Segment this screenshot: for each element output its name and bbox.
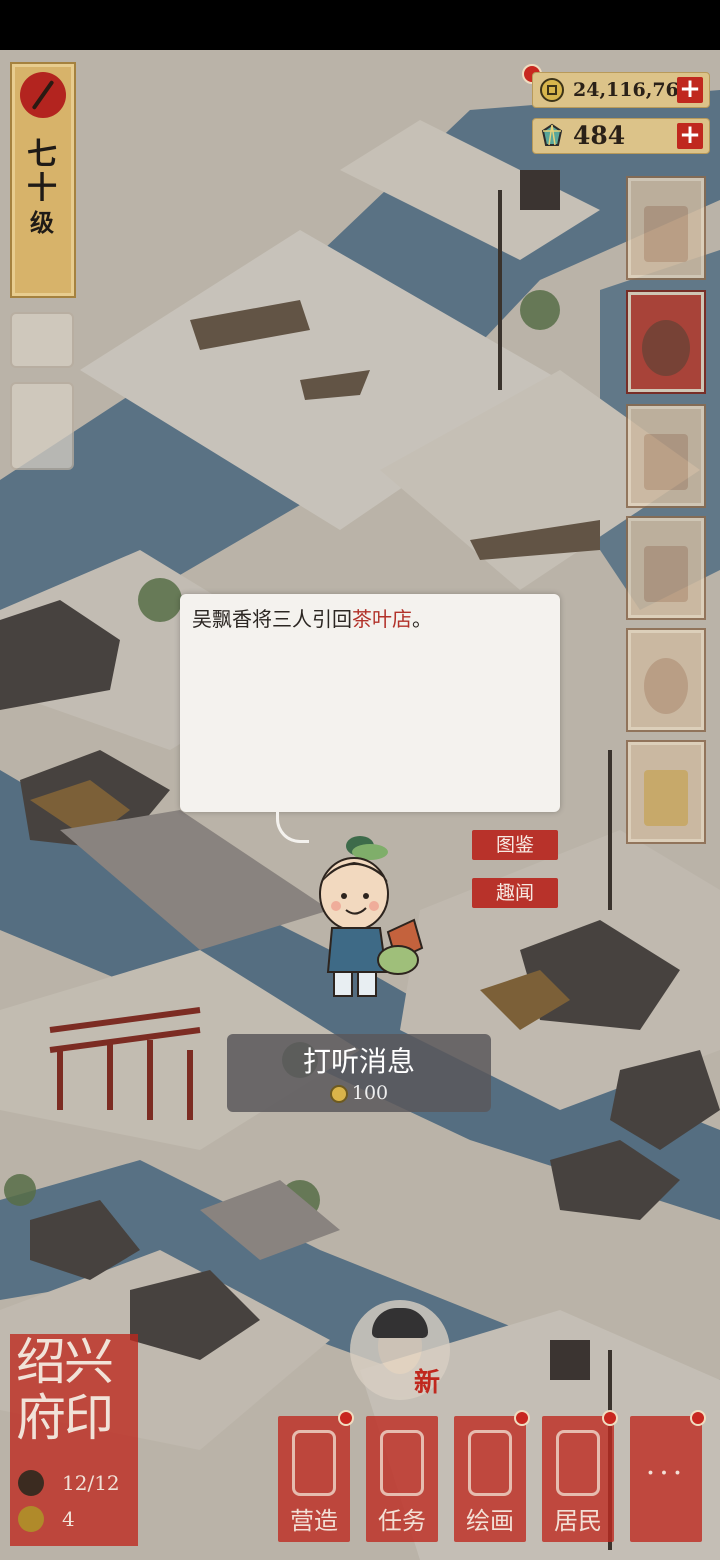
copper-coin-icon [540, 78, 564, 102]
level-char-1: 七 [27, 137, 59, 172]
gem-value: 484 [573, 121, 626, 150]
messenger-boy-character[interactable] [310, 836, 430, 1004]
build-icon [292, 1430, 336, 1496]
seal-stat-coins: 4 [18, 1506, 75, 1532]
nav-tasks[interactable]: 任务 [366, 1416, 438, 1542]
gem-counter: 484 + [532, 118, 710, 154]
nav-painting-dot [514, 1410, 530, 1426]
level-char-2: 十 [27, 171, 59, 206]
copper-coin-icon [329, 1085, 348, 1103]
task-book-icon [380, 1430, 424, 1496]
story-face-icon [644, 658, 688, 714]
speech-bubble: 吴飘香将三人引回茶叶店。 [180, 594, 560, 812]
coin-counter: 24,116,768 + [532, 72, 710, 108]
nav-painting[interactable]: 绘画 [454, 1410, 530, 1542]
inquire-news-label: 打听消息 [302, 1045, 415, 1078]
side-panel-ticket[interactable] [626, 740, 706, 844]
nav-build-dot [338, 1410, 354, 1426]
nav-more-label: ··· [645, 1456, 687, 1491]
gold-ticket-icon [644, 770, 688, 826]
nav-residents[interactable]: 居民 [542, 1410, 618, 1542]
nav-more-dot [690, 1410, 706, 1426]
new-badge: 新 [414, 1368, 441, 1398]
nav-build[interactable]: 营造 [278, 1410, 354, 1542]
side-panel-shop[interactable] [626, 404, 706, 508]
add-coins-button[interactable]: + [677, 76, 703, 103]
nav-residents-dot [602, 1410, 618, 1426]
event-button[interactable] [10, 382, 74, 470]
coin-value: 24,116,768 [573, 79, 692, 101]
side-panel-story[interactable] [626, 628, 706, 732]
city-seal-panel[interactable]: 绍兴 府印 12/12 4 [10, 1334, 138, 1546]
level-char-3: 级 [30, 208, 56, 237]
dialog-text-main: 吴飘香将三人引回 [192, 607, 352, 631]
resident-icon [18, 1470, 44, 1496]
nav-painting-label: 绘画 [466, 1507, 514, 1535]
side-panel-scroll[interactable] [626, 176, 706, 280]
city-seal-title: 绍兴 府印 [16, 1334, 136, 1446]
seal-stat2-value: 4 [62, 1507, 75, 1531]
nav-build-label: 营造 [290, 1507, 338, 1535]
scroll-painting-icon [468, 1430, 512, 1496]
side-panel-document[interactable] [626, 516, 706, 620]
character-portrait-icon [642, 320, 690, 376]
level-text: 七 十 级 [12, 138, 74, 278]
document-icon [644, 546, 688, 602]
brush-emblem-icon [20, 72, 66, 118]
seal-stat1-value: 12/12 [62, 1471, 120, 1495]
seal-stat-residents: 12/12 [18, 1470, 120, 1496]
status-bar [0, 0, 720, 50]
catalog-button[interactable]: 图鉴 [472, 830, 558, 860]
add-gems-button[interactable]: + [677, 122, 703, 149]
inquire-cost: 100 [227, 1082, 491, 1104]
anecdote-button[interactable]: 趣闻 [472, 878, 558, 908]
portrait-hair [372, 1308, 428, 1338]
resident-figure-icon [556, 1430, 600, 1496]
dialog-highlight-place: 茶叶店 [352, 607, 412, 631]
dialog-text: 吴飘香将三人引回茶叶店。 [192, 604, 432, 634]
nav-more[interactable]: ··· [630, 1410, 706, 1542]
scroll-icon [644, 206, 688, 262]
city-seal-line1: 绍兴 [16, 1333, 114, 1391]
dialog-text-end: 。 [412, 607, 432, 631]
inquire-cost-value: 100 [351, 1082, 389, 1104]
city-seal-line2: 府印 [16, 1389, 114, 1447]
nav-residents-label: 居民 [554, 1507, 602, 1535]
shop-icon [644, 434, 688, 490]
nav-tasks-label: 任务 [378, 1507, 426, 1535]
coin-bag-icon [18, 1506, 44, 1532]
chat-button[interactable] [10, 312, 74, 368]
player-level-badge[interactable]: 七 十 级 [10, 62, 76, 298]
inquire-news-button[interactable]: 打听消息 100 [227, 1034, 491, 1112]
jade-gem-icon [541, 123, 563, 146]
side-panel-character[interactable] [626, 290, 706, 394]
